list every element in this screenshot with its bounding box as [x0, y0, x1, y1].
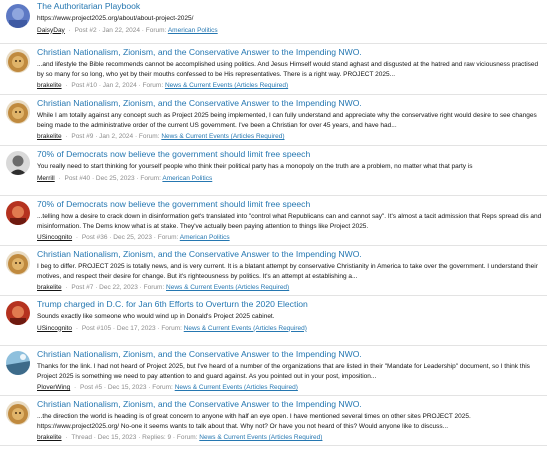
result-title-link[interactable]: Christian Nationalism, Zionism, and the …	[37, 399, 547, 410]
result-meta: USincognito · Post #105 · Dec 17, 2023 ·…	[37, 324, 307, 332]
user-avatar[interactable]	[6, 151, 30, 175]
result-title-link[interactable]: 70% of Democrats now believe the governm…	[37, 149, 547, 160]
search-result: Christian Nationalism, Zionism, and the …	[0, 246, 547, 296]
result-author-link[interactable]: USincognito	[37, 325, 72, 332]
result-meta: brakelite · Post #10 · Jan 2, 2024 · For…	[37, 82, 289, 89]
result-title-link[interactable]: Christian Nationalism, Zionism, and the …	[37, 47, 547, 58]
result-forum-link[interactable]: News & Current Events (Articles Required…	[184, 325, 307, 332]
result-meta: USincognito · Post #36 · Dec 25, 2023 · …	[37, 234, 230, 241]
avatar-lion-icon	[6, 100, 30, 124]
result-title-link[interactable]: 70% of Democrats now believe the governm…	[37, 199, 547, 210]
avatar-red-icon	[6, 301, 30, 325]
search-result: The Authoritarian Playbook https://www.p…	[0, 0, 547, 44]
result-meta-text: Post #105 · Dec 17, 2023 · Forum:	[81, 324, 182, 332]
search-result: Trump charged in D.C. for Jan 6th Effort…	[0, 296, 547, 346]
result-forum-link[interactable]: American Politics	[180, 234, 230, 241]
result-author-link[interactable]: Merrill	[37, 175, 55, 182]
search-result: Christian Nationalism, Zionism, and the …	[0, 44, 547, 95]
result-snippet: While I am totally against any concept s…	[37, 112, 537, 129]
result-snippet: ...telling how a desire to crack down in…	[37, 213, 542, 230]
result-author-link[interactable]: brakelite	[37, 284, 62, 291]
result-title-link[interactable]: Christian Nationalism, Zionism, and the …	[37, 98, 547, 109]
result-meta-text: Thread · Dec 15, 2023 · Replies: 9 · For…	[71, 434, 198, 441]
result-forum-link[interactable]: American Politics	[168, 27, 218, 34]
result-meta: DaisyDay · Post #2 · Jan 22, 2024 · Foru…	[37, 26, 218, 34]
result-meta: PloverWing · Post #5 · Dec 15, 2023 · Fo…	[37, 384, 298, 391]
user-avatar[interactable]	[6, 251, 30, 275]
user-avatar[interactable]	[6, 351, 30, 375]
result-meta-text: Post #5 · Dec 15, 2023 · Forum:	[80, 384, 173, 391]
user-avatar[interactable]	[6, 4, 30, 28]
result-meta-text: Post #2 · Jan 22, 2024 · Forum:	[74, 26, 167, 34]
avatar-man-icon	[6, 151, 30, 175]
result-title-link[interactable]: Christian Nationalism, Zionism, and the …	[37, 349, 547, 360]
result-author-link[interactable]: brakelite	[37, 82, 62, 89]
result-snippet: ...the direction the world is heading is…	[37, 413, 471, 430]
result-author-link[interactable]: brakelite	[37, 434, 62, 441]
result-meta-text: Post #36 · Dec 25, 2023 · Forum:	[81, 234, 179, 241]
result-author-link[interactable]: DaisyDay	[37, 27, 65, 34]
result-title-link[interactable]: The Authoritarian Playbook	[37, 1, 547, 12]
avatar-sky-icon	[6, 351, 30, 375]
result-snippet: Sounds exactly like someone who would wi…	[37, 313, 275, 320]
result-forum-link[interactable]: News & Current Events (Articles Required…	[199, 434, 322, 441]
user-avatar[interactable]	[6, 401, 30, 425]
result-forum-link[interactable]: News & Current Events (Articles Required…	[165, 82, 288, 89]
result-meta: brakelite · Post #9 · Jan 2, 2024 · Foru…	[37, 133, 285, 140]
avatar-lion-icon	[6, 251, 30, 275]
result-snippet: You really need to start thinking for yo…	[37, 163, 473, 170]
result-forum-link[interactable]: American Politics	[162, 175, 212, 182]
result-author-link[interactable]: USincognito	[37, 234, 72, 241]
search-result: Christian Nationalism, Zionism, and the …	[0, 396, 547, 446]
user-avatar[interactable]	[6, 49, 30, 73]
result-title-link[interactable]: Trump charged in D.C. for Jan 6th Effort…	[37, 299, 547, 310]
avatar-lion-icon	[6, 49, 30, 73]
user-avatar[interactable]	[6, 201, 30, 225]
search-results-list: The Authoritarian Playbook https://www.p…	[0, 0, 547, 446]
result-title-link[interactable]: Christian Nationalism, Zionism, and the …	[37, 249, 547, 260]
search-result: Christian Nationalism, Zionism, and the …	[0, 95, 547, 146]
result-forum-link[interactable]: News & Current Events (Articles Required…	[166, 284, 289, 291]
result-snippet: ...and lifestyle the Bible recommends ca…	[37, 61, 539, 78]
avatar-blue-icon	[6, 4, 30, 28]
result-meta: brakelite · Thread · Dec 15, 2023 · Repl…	[37, 434, 323, 441]
search-result: 70% of Democrats now believe the governm…	[0, 146, 547, 196]
user-avatar[interactable]	[6, 100, 30, 124]
avatar-lion-icon	[6, 401, 30, 425]
search-result: 70% of Democrats now believe the governm…	[0, 196, 547, 246]
result-snippet: I beg to differ. PROJECT 2025 is totally…	[37, 263, 538, 280]
result-snippet: https://www.project2025.org/about/about-…	[37, 15, 194, 22]
user-avatar[interactable]	[6, 301, 30, 325]
result-snippet: Thanks for the link. I had not heard of …	[37, 363, 530, 380]
result-meta-text: Post #9 · Jan 2, 2024 · Forum:	[71, 133, 160, 140]
result-forum-link[interactable]: News & Current Events (Articles Required…	[175, 384, 298, 391]
result-meta: brakelite · Post #7 · Dec 22, 2023 · For…	[37, 284, 290, 291]
result-meta-text: Post #7 · Dec 22, 2023 · Forum:	[71, 284, 165, 291]
result-meta-text: Post #10 · Jan 2, 2024 · Forum:	[71, 82, 164, 89]
result-author-link[interactable]: PloverWing	[37, 384, 70, 391]
result-meta: Merrill · Post #40 · Dec 25, 2023 · Foru…	[37, 174, 213, 182]
result-meta-text: Post #40 · Dec 25, 2023 · Forum:	[64, 174, 161, 182]
search-result: Christian Nationalism, Zionism, and the …	[0, 346, 547, 396]
result-author-link[interactable]: brakelite	[37, 133, 62, 140]
avatar-red-icon	[6, 201, 30, 225]
result-forum-link[interactable]: News & Current Events (Articles Required…	[161, 133, 284, 140]
